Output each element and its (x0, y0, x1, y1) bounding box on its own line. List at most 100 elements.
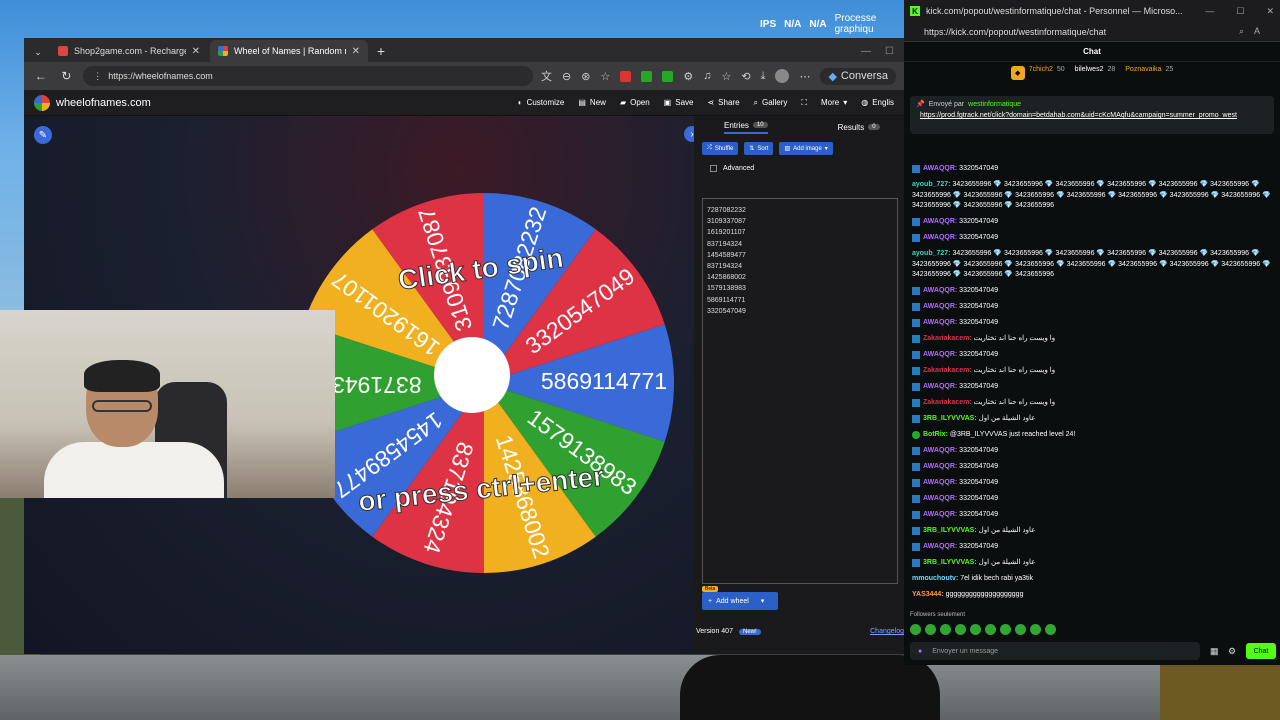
chat-username[interactable]: Zakariakacem: (923, 399, 974, 406)
minimize-icon[interactable]: — (1205, 6, 1214, 17)
chat-username[interactable]: 3RB_ILYVVVAS: (923, 527, 979, 534)
wheel-center[interactable] (434, 337, 510, 413)
chat-username[interactable]: YAS3444: (912, 591, 946, 598)
more-icon[interactable]: ⋯ (799, 70, 810, 83)
chat-text: 3320547049 (959, 495, 999, 502)
menu-customize[interactable]: ◐ Customize (518, 98, 565, 107)
extension-sheet-icon[interactable] (662, 70, 674, 82)
pinned-link[interactable]: https://prod.fgtrack.net/click?domain=be… (916, 111, 1268, 121)
emote-icon[interactable] (985, 624, 996, 635)
extension-green-icon[interactable] (641, 70, 653, 82)
close-tab-icon[interactable]: ✕ (352, 46, 360, 57)
menu-new[interactable]: ▤ New (578, 98, 606, 107)
chat-username[interactable]: AWAQQR: (923, 218, 959, 225)
chat-username[interactable]: AWAQQR: (923, 319, 959, 326)
chat-username[interactable]: ayoub_727: (912, 181, 952, 188)
chat-username[interactable]: 3RB_ILYVVVAS: (923, 559, 979, 566)
new-tab-icon[interactable]: + (370, 40, 392, 62)
chat-username[interactable]: AWAQQR: (923, 165, 959, 172)
chat-username[interactable]: ayoub_727: (912, 250, 952, 257)
reader-icon[interactable]: ⊛ (581, 70, 590, 83)
chat-username[interactable]: AWAQQR: (923, 447, 959, 454)
downloads-icon[interactable]: ⤓ (761, 70, 766, 83)
add-image-button[interactable]: ▨ Add image ▾ (779, 142, 833, 155)
back-icon[interactable]: ← (32, 67, 50, 85)
menu-open[interactable]: ▰ Open (620, 98, 650, 107)
emote-icon[interactable] (1045, 624, 1056, 635)
emote-icon[interactable] (955, 624, 966, 635)
emote-icon[interactable] (940, 624, 951, 635)
tab-entries[interactable]: Entries 10 (724, 121, 768, 134)
music-icon[interactable]: ♫ (703, 70, 711, 82)
emote-icon[interactable] (925, 624, 936, 635)
favorite-icon[interactable]: ☆ (600, 70, 610, 83)
menu-gallery[interactable]: ⌕ Gallery (754, 98, 788, 108)
chat-username[interactable]: AWAQQR: (923, 479, 959, 486)
chat-input[interactable]: ● Envoyer un message (910, 642, 1200, 660)
chat-username[interactable]: AWAQQR: (923, 543, 959, 550)
tab-wheel-of-names[interactable]: Wheel of Names | Random name p ✕ (210, 40, 368, 62)
extension-red-icon[interactable] (620, 70, 632, 82)
chat-username[interactable]: BotRix: (923, 431, 950, 438)
close-tab-icon[interactable]: ✕ (192, 46, 200, 57)
chat-username[interactable]: AWAQQR: (923, 495, 959, 502)
microphone-icon[interactable]: ● (918, 648, 922, 655)
chat-username[interactable]: AWAQQR: (923, 463, 959, 470)
chat-username[interactable]: Zakariakacem: (923, 367, 974, 374)
edit-pencil-icon[interactable]: ✎ (34, 126, 52, 144)
profile-avatar[interactable] (775, 69, 790, 83)
add-wheel-button[interactable]: + Add wheel ▾ (702, 592, 778, 610)
close-icon[interactable]: ✕ (1266, 6, 1274, 17)
fullscreen-button[interactable]: ⛶ (801, 98, 807, 108)
chat-username[interactable]: 3RB_ILYVVVAS: (923, 415, 979, 422)
kick-address-bar: https://kick.com/popout/westinformatique… (904, 22, 1280, 42)
chat-username[interactable]: AWAQQR: (923, 511, 959, 518)
emote-icon[interactable] (1030, 624, 1041, 635)
read-aloud-icon[interactable]: A (1254, 26, 1260, 37)
chat-username[interactable]: AWAQQR: (923, 303, 959, 310)
kick-url-text[interactable]: https://kick.com/popout/westinformatique… (924, 27, 1106, 37)
maximize-icon[interactable]: ☐ (1236, 6, 1244, 17)
tab-shop2game[interactable]: Shop2game.com - Recharge offici ✕ (50, 40, 208, 62)
zoom-icon[interactable]: ⊖ (562, 70, 571, 83)
spin-wheel[interactable]: 5869114771157913898314258680028371943241… (294, 183, 674, 583)
tab-list-chevron-icon[interactable]: ⌄ (28, 42, 48, 62)
emote-icon[interactable] (1015, 624, 1026, 635)
reload-icon[interactable]: ↻ (58, 67, 76, 85)
menu-save[interactable]: ▣ Save (664, 98, 694, 107)
minimize-icon[interactable]: — (861, 46, 871, 57)
chat-username[interactable]: AWAQQR: (923, 287, 959, 294)
emote-icon[interactable] (1000, 624, 1011, 635)
url-field[interactable]: ⋮ https://wheelofnames.com (83, 66, 534, 86)
extensions-icon[interactable]: ⚙ (683, 70, 693, 83)
sort-button[interactable]: ⇅ Sort (744, 142, 774, 155)
tab-results[interactable]: Results 0 (838, 123, 880, 132)
page-info-icon[interactable]: ⋮ (93, 71, 102, 82)
collections-icon[interactable]: ☆ (721, 70, 731, 83)
settings-icon[interactable]: ⚙ (1228, 646, 1236, 657)
chat-username[interactable]: AWAQQR: (923, 351, 959, 358)
shuffle-button[interactable]: ⤮ Shuffle (702, 142, 739, 155)
won-logo[interactable]: wheelofnames.com (34, 94, 151, 111)
chat-username[interactable]: AWAQQR: (923, 234, 959, 241)
advanced-checkbox[interactable] (710, 165, 717, 172)
chat-username[interactable]: mmouchoutv: (912, 575, 960, 582)
send-chat-button[interactable]: Chat (1246, 643, 1276, 659)
emote-icon[interactable] (910, 624, 921, 635)
gift-icon[interactable]: ▦ (1210, 646, 1219, 657)
translate-icon[interactable]: 文 (541, 68, 552, 84)
history-icon[interactable]: ⟲ (741, 70, 750, 83)
advanced-toggle[interactable]: Advanced (694, 159, 904, 178)
menu-more[interactable]: More ▾ (821, 98, 847, 107)
zoom-icon[interactable]: ⌕ (1239, 26, 1244, 37)
maximize-icon[interactable]: ☐ (885, 46, 894, 57)
chat-username[interactable]: Zakariakacem: (923, 335, 974, 342)
menu-share[interactable]: ⋖ Share (707, 98, 739, 107)
entries-textarea[interactable]: 7287082232 3109337087 1619201107 837194324 1… (702, 198, 898, 584)
chat-username[interactable]: AWAQQR: (923, 383, 959, 390)
copilot-button[interactable]: ◆ Conversa (820, 67, 896, 85)
emote-icon[interactable] (970, 624, 981, 635)
changelog-link[interactable]: Changelog (870, 628, 904, 635)
menu-language[interactable]: ◍ Englis (861, 98, 894, 107)
pinned-message[interactable]: 📌 Envoyé par westinformatique https://pr… (910, 96, 1274, 134)
